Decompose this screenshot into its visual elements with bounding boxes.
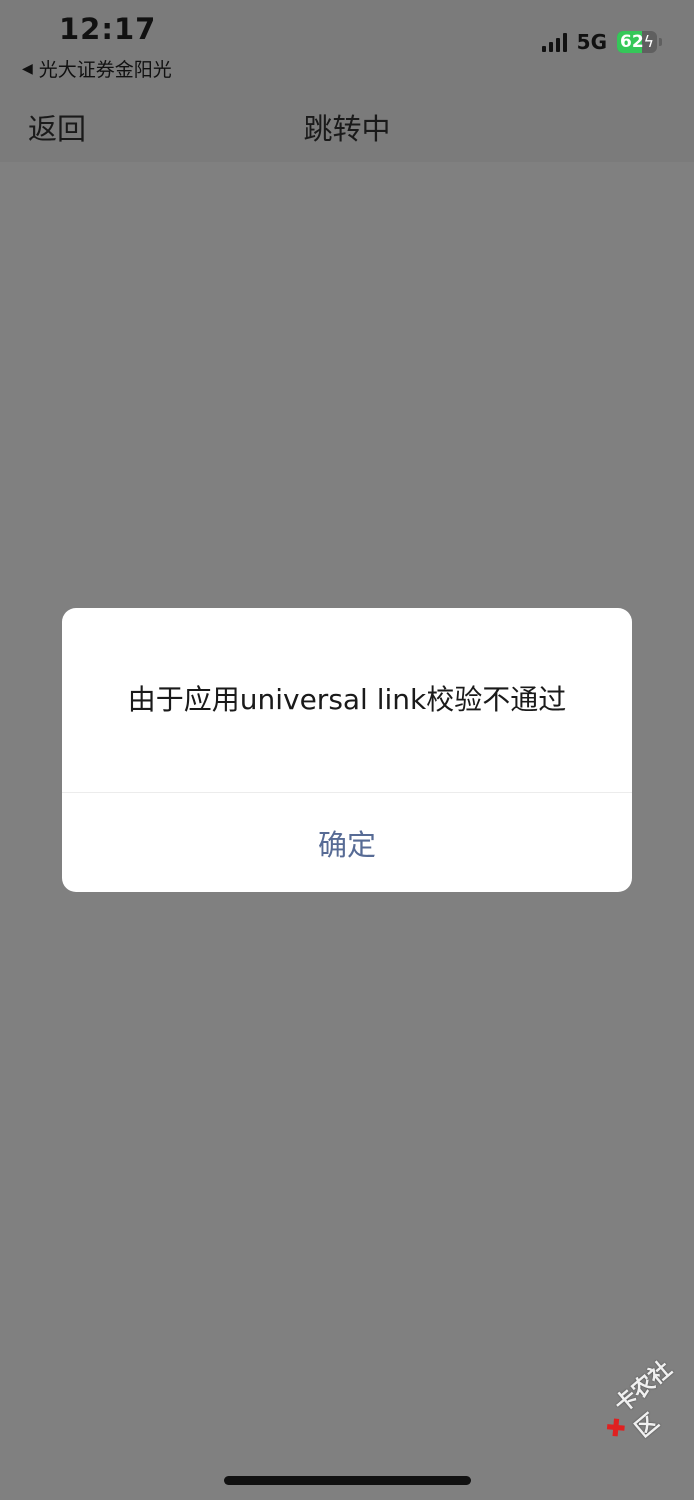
cellular-signal-icon bbox=[541, 32, 567, 52]
back-to-app-label: 光大证券金阳光 bbox=[38, 59, 172, 81]
page-title: 跳转中 bbox=[303, 112, 391, 146]
network-type: 5G bbox=[576, 30, 607, 54]
status-indicators: 5G 62 ϟ bbox=[541, 30, 662, 54]
battery-percent: 62 bbox=[620, 32, 644, 52]
back-to-app-link[interactable]: ◀ 光大证券金阳光 bbox=[22, 55, 172, 82]
confirm-button[interactable]: 确定 bbox=[62, 793, 632, 892]
status-time: 12:17 bbox=[59, 12, 157, 46]
bolt-icon: ϟ bbox=[643, 32, 654, 51]
back-triangle-icon: ◀ bbox=[22, 60, 33, 77]
screen: 12:17 ◀ 光大证券金阳光 5G 62 ϟ 返回 跳转中 由于应用unive… bbox=[0, 0, 694, 1500]
dialog-message: 由于应用universal link校验不通过 bbox=[127, 683, 567, 716]
home-indicator[interactable] bbox=[224, 1476, 471, 1485]
status-bar: 12:17 ◀ 光大证券金阳光 5G 62 ϟ bbox=[0, 0, 694, 90]
battery-icon: 62 ϟ bbox=[617, 31, 657, 53]
nav-bar: 返回 跳转中 bbox=[0, 90, 694, 162]
watermark: ✖ 卡农社区 bbox=[588, 1342, 694, 1459]
alert-dialog: 由于应用universal link校验不通过 确定 bbox=[62, 608, 632, 892]
battery-nub bbox=[659, 38, 662, 46]
